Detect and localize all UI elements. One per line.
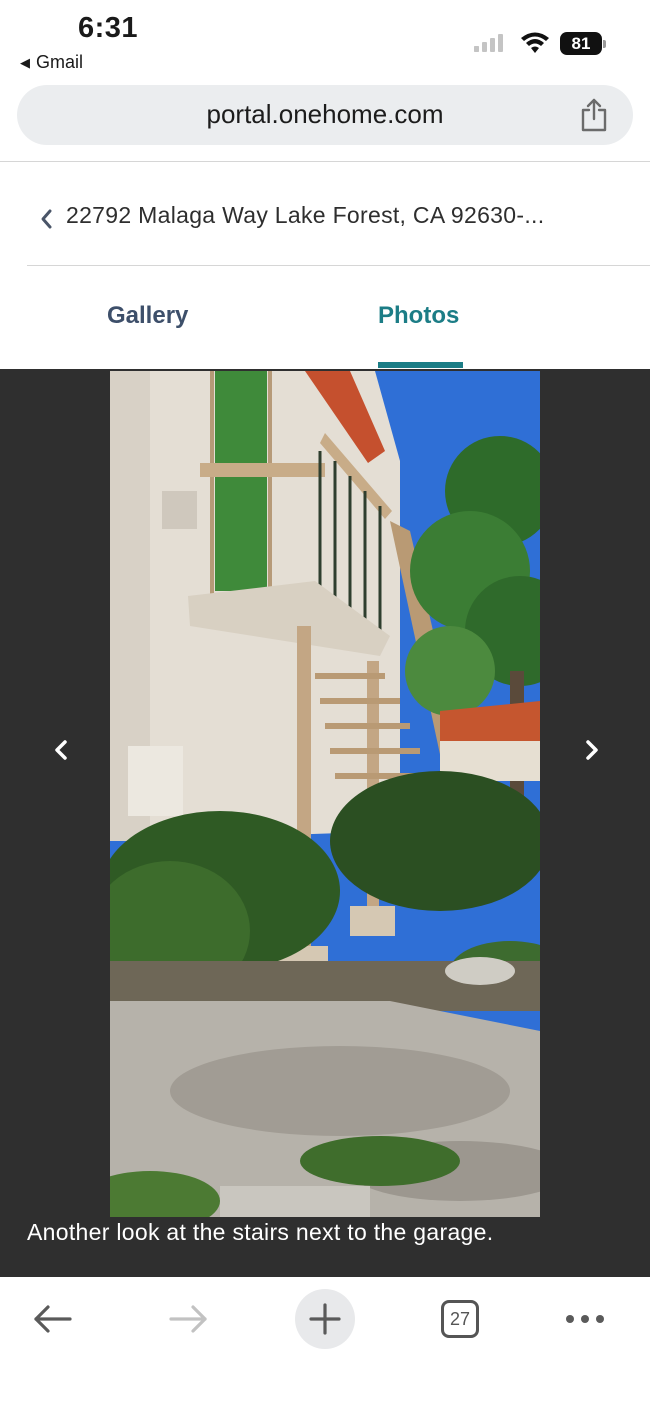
- prev-photo-chevron-left-icon[interactable]: [51, 738, 71, 762]
- listing-photo[interactable]: [110, 371, 540, 1217]
- status-time: 6:31: [78, 12, 139, 44]
- arrow-right-icon[interactable]: [159, 1289, 219, 1349]
- battery-nub: [603, 40, 606, 48]
- back-to-app-button[interactable]: ◀ Gmail: [20, 52, 83, 73]
- wifi-icon: [521, 32, 549, 53]
- active-tab-indicator: [378, 362, 463, 368]
- browser-toolbar: 27: [0, 1277, 650, 1407]
- cellular-signal-icon: [474, 34, 503, 52]
- tab-bar: Gallery Photos: [0, 270, 650, 369]
- chevron-left-icon[interactable]: [38, 208, 54, 230]
- tab-count: 27: [441, 1300, 479, 1338]
- battery-level: 81: [560, 32, 602, 55]
- listing-header: 22792 Malaga Way Lake Forest, CA 92630-.…: [0, 180, 650, 256]
- new-tab-button[interactable]: [295, 1289, 355, 1349]
- photo-viewer: Another look at the stairs next to the g…: [0, 369, 650, 1277]
- plus-icon: [309, 1303, 341, 1335]
- tab-photos[interactable]: Photos: [378, 302, 459, 330]
- divider: [0, 161, 650, 162]
- ellipsis-icon[interactable]: [555, 1289, 615, 1349]
- listing-address: 22792 Malaga Way Lake Forest, CA 92630-.…: [66, 202, 545, 228]
- photo-caption: Another look at the stairs next to the g…: [27, 1219, 494, 1245]
- url-text[interactable]: portal.onehome.com: [17, 99, 633, 130]
- tab-gallery[interactable]: Gallery: [107, 302, 188, 330]
- address-bar[interactable]: portal.onehome.com: [17, 85, 633, 145]
- back-app-label: Gmail: [36, 52, 84, 72]
- tabs-button[interactable]: 27: [430, 1289, 490, 1349]
- next-photo-chevron-right-icon[interactable]: [582, 738, 602, 762]
- arrow-left-icon[interactable]: [22, 1289, 82, 1349]
- back-triangle-icon: ◀: [20, 54, 30, 70]
- share-icon[interactable]: [579, 98, 609, 132]
- battery-indicator: 81: [560, 32, 606, 55]
- divider: [27, 265, 650, 266]
- status-bar: 6:31 ◀ Gmail 81: [0, 0, 650, 80]
